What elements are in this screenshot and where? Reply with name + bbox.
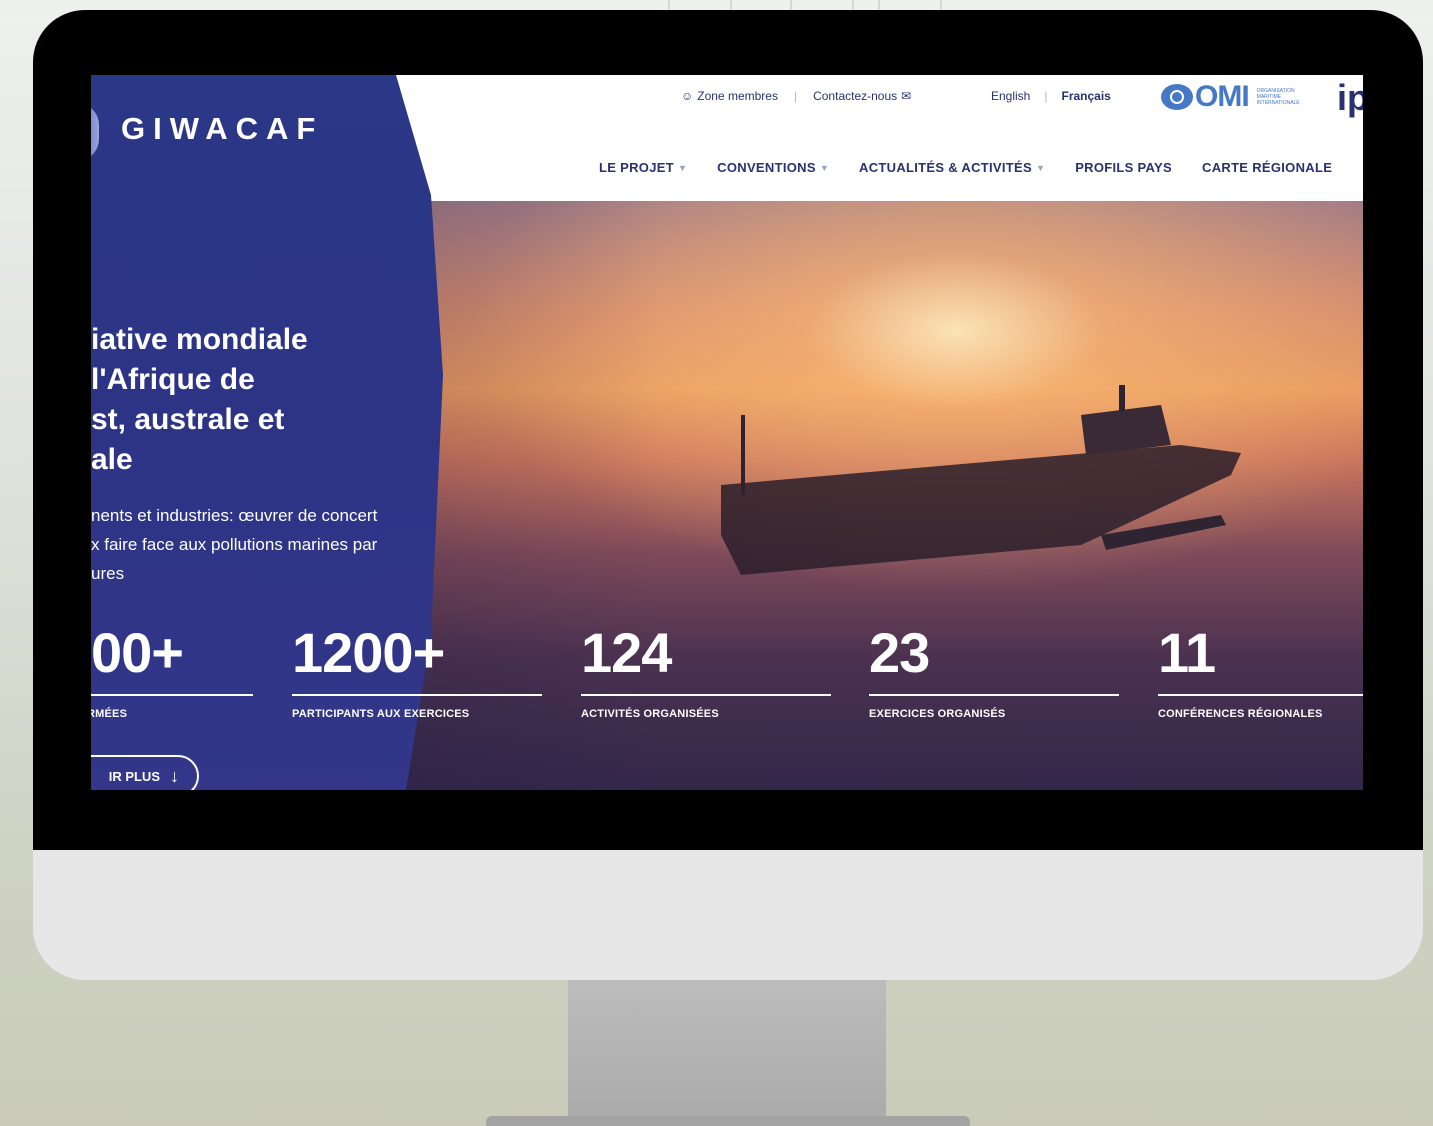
omi-logo-text: OMI <box>1195 80 1250 113</box>
stat-item: 11 CONFÉRENCES RÉGIONALES <box>1158 620 1363 720</box>
stat-divider <box>869 694 1119 696</box>
divider: | <box>1044 89 1048 103</box>
lang-english-link[interactable]: English <box>991 89 1030 103</box>
caret-down-icon: ▼ <box>819 162 830 173</box>
nav-label: LE PROJET <box>599 160 674 175</box>
members-link[interactable]: Zone membres <box>697 89 778 103</box>
user-icon: ☺ <box>681 89 694 103</box>
stat-item: 00+ RMÉES <box>91 620 253 720</box>
hero-subtitle: nents et industries: œuvrer de concert x… <box>91 501 411 588</box>
stat-value: 11 <box>1158 621 1216 684</box>
read-more-label: IR PLUS <box>108 768 160 784</box>
hero-subtitle-line: x faire face aux pollutions marines par <box>91 535 378 554</box>
hero-subtitle-line: ures <box>91 564 125 583</box>
hero-title-line: iative mondiale <box>91 323 308 356</box>
nav-label: ACTUALITÉS & ACTIVITÉS <box>859 160 1032 175</box>
stat-item: 23 EXERCICES ORGANISÉS <box>869 620 1119 720</box>
main-nav: LE PROJET ▼ CONVENTIONS ▼ ACTUALITÉS & ACT… <box>599 160 1363 175</box>
stat-item: 1200+ PARTICIPANTS AUX EXERCICES <box>292 620 542 720</box>
hero-title-line: ale <box>91 443 133 476</box>
divider: | <box>793 89 798 103</box>
stat-label: CONFÉRENCES RÉGIONALES <box>1158 708 1323 720</box>
stats-row: 00+ RMÉES 1200+ PARTICIPANTS AUX EXERCIC… <box>91 620 1363 730</box>
lang-french-link[interactable]: Français <box>1061 89 1110 103</box>
stat-label: EXERCICES ORGANISÉS <box>869 708 1006 720</box>
monitor-stand <box>568 975 886 1125</box>
stat-value: 1200+ <box>292 621 445 684</box>
stat-divider <box>292 694 542 696</box>
nav-item-actualites[interactable]: ACTUALITÉS & ACTIVITÉS ▼ <box>859 160 1045 175</box>
caret-down-icon: ▼ <box>1035 162 1046 173</box>
giwacaf-logo-mark <box>91 103 99 161</box>
hero-title-line: l'Afrique de <box>91 363 255 396</box>
nav-item-profils-pays[interactable]: PROFILS PAYS <box>1075 160 1172 175</box>
mail-icon: ✉ <box>901 89 912 103</box>
nav-label: CARTE RÉGIONALE <box>1202 160 1333 175</box>
nav-item-carte-regionale[interactable]: CARTE RÉGIONALE <box>1202 160 1332 175</box>
giwacaf-logo[interactable]: GIWACAF <box>121 111 323 147</box>
stat-label: PARTICIPANTS AUX EXERCICES <box>292 708 470 720</box>
contact-link[interactable]: Contactez-nous <box>813 89 897 103</box>
nav-item-publications[interactable]: PU <box>1362 160 1363 175</box>
monitor-stand-base <box>486 1116 970 1126</box>
ipieca-logo[interactable]: ip <box>1337 77 1363 119</box>
nav-label: CONVENTIONS <box>717 160 816 175</box>
stat-item: 124 ACTIVITÉS ORGANISÉES <box>581 620 831 720</box>
stat-divider <box>1158 694 1363 696</box>
stat-divider <box>91 694 253 696</box>
arrow-down-icon: ↓ <box>170 765 179 786</box>
website-screen: ☺ Zone membres | Contactez-nous ✉ Englis… <box>91 75 1363 790</box>
read-more-button[interactable]: IR PLUS ↓ <box>91 755 199 790</box>
stat-divider <box>581 694 831 696</box>
stat-label: ACTIVITÉS ORGANISÉES <box>581 708 719 720</box>
nav-item-conventions[interactable]: CONVENTIONS ▼ <box>717 160 829 175</box>
hero-title: iative mondiale l'Afrique de st, austral… <box>91 320 431 480</box>
omi-logo-caption: ORGANISATION MARITIME INTERNATIONALE <box>1256 88 1300 106</box>
omi-emblem-icon <box>1161 84 1193 110</box>
language-switcher: English | Français <box>991 89 1111 103</box>
tanker-ship-illustration <box>721 385 1241 575</box>
stat-value: 23 <box>869 621 930 684</box>
nav-item-le-projet[interactable]: LE PROJET ▼ <box>599 160 687 175</box>
desktop-monitor: ☺ Zone membres | Contactez-nous ✉ Englis… <box>33 10 1423 980</box>
stat-label: RMÉES <box>91 708 128 720</box>
hero-title-line: st, australe et <box>91 403 285 436</box>
caret-down-icon: ▼ <box>677 162 688 173</box>
omi-logo[interactable]: OMI ORGANISATION MARITIME INTERNATIONALE <box>1161 80 1315 113</box>
nav-label: PROFILS PAYS <box>1075 160 1172 175</box>
stat-value: 124 <box>581 621 672 684</box>
nav-label: PU <box>1362 160 1363 175</box>
stat-value: 00+ <box>91 621 184 684</box>
utility-bar: ☺ Zone membres | Contactez-nous ✉ <box>681 89 911 103</box>
hero-subtitle-line: nents et industries: œuvrer de concert <box>91 506 378 525</box>
